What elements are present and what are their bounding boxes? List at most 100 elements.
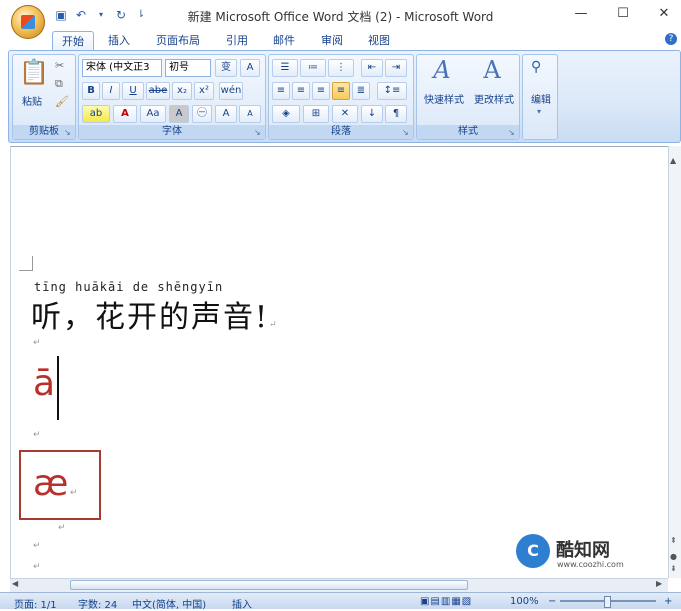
tab-view[interactable]: 视图 xyxy=(364,31,394,50)
page-corner-marker xyxy=(19,256,33,271)
paragraph-mark-icon: ↵ xyxy=(33,430,41,440)
subscript-button[interactable]: x₂ xyxy=(172,82,192,100)
tab-home[interactable]: 开始 xyxy=(52,31,94,51)
chinese-layout-button[interactable]: ✕ xyxy=(332,105,358,123)
font-group: 宋体 (中文正3 初号 变 A B I U abe x₂ x² wén ab A… xyxy=(78,54,266,140)
minimize-button[interactable]: — xyxy=(572,6,590,22)
paste-button-label[interactable]: 粘贴 xyxy=(15,93,49,108)
show-marks-button[interactable]: ¶ xyxy=(385,105,407,123)
dialog-launcher-icon[interactable]: ↘ xyxy=(508,129,516,137)
borders-button[interactable]: ⊞ xyxy=(303,105,329,123)
change-styles-label[interactable]: 更改样式 xyxy=(469,91,519,106)
close-button[interactable]: ✕ xyxy=(655,6,673,22)
distributed-button[interactable]: ≣ xyxy=(352,82,370,100)
clipboard-group: 📋 粘贴 ✂ ⧉ 🖌 剪贴板 ↘ xyxy=(12,54,76,140)
paragraph-mark-icon: ↵ xyxy=(70,488,78,498)
tab-references[interactable]: 引用 xyxy=(222,31,252,50)
paragraph-mark-icon: ↵ xyxy=(33,338,41,348)
font-color-button[interactable]: A xyxy=(113,105,137,123)
binoculars-icon[interactable]: ⚲ xyxy=(531,59,541,75)
line-spacing-button[interactable]: ↕≡ xyxy=(377,82,407,100)
character-shading-button[interactable]: A xyxy=(169,105,189,123)
superscript-button[interactable]: x² xyxy=(194,82,214,100)
status-bar: 页面: 1/1 字数: 24 中文(简体, 中国) 插入 ▣▤▥▦▧ 100% … xyxy=(0,592,681,611)
italic-button[interactable]: I xyxy=(102,82,120,100)
increase-indent-button[interactable]: ⇥ xyxy=(385,59,407,77)
change-case-button[interactable]: Aa xyxy=(140,105,166,123)
quick-styles-label[interactable]: 快速样式 xyxy=(419,91,469,106)
vertical-scrollbar[interactable] xyxy=(668,146,681,578)
shrink-font-button[interactable]: A xyxy=(239,105,261,123)
editing-button-label[interactable]: 编辑 xyxy=(523,91,559,106)
next-page-icon[interactable]: ⇟ xyxy=(670,564,677,573)
phonetic-guide-button[interactable]: 变 xyxy=(215,59,237,77)
paste-icon[interactable]: 📋 xyxy=(19,59,49,85)
font-group-label: 字体 xyxy=(79,125,265,139)
shading-button[interactable]: ◈ xyxy=(272,105,300,123)
bullets-button[interactable]: ☰ xyxy=(272,59,298,77)
decrease-indent-button[interactable]: ⇤ xyxy=(361,59,383,77)
cut-icon[interactable]: ✂ xyxy=(55,59,64,72)
scroll-left-icon[interactable]: ◀ xyxy=(12,579,18,588)
browse-object-icon[interactable]: ● xyxy=(670,552,677,561)
editing-group: ⚲ 编辑 ▾ xyxy=(522,54,558,140)
paragraph-mark-icon: ↵ xyxy=(33,541,41,551)
main-text-line[interactable]: 听，花开的声音!↵ xyxy=(31,292,279,336)
highlight-button[interactable]: ab xyxy=(82,105,110,123)
text-cursor xyxy=(57,356,59,420)
office-button[interactable] xyxy=(11,5,45,39)
tab-page-layout[interactable]: 页面布局 xyxy=(152,31,204,50)
view-buttons[interactable]: ▣▤▥▦▧ xyxy=(420,596,472,607)
character-border-button[interactable]: A xyxy=(240,59,260,77)
underline-button[interactable]: U xyxy=(122,82,144,100)
justify-button[interactable]: ≡ xyxy=(332,82,350,100)
grow-font-button[interactable]: A xyxy=(215,105,237,123)
paragraph-group: ☰ ≔ ⋮ ⇤ ⇥ ≡ ≡ ≡ ≡ ≣ ↕≡ ◈ ⊞ ✕ ↓ ¶ 段落 ↘ xyxy=(268,54,414,140)
ae-char[interactable]: æ xyxy=(33,462,68,506)
phonetic-button[interactable]: wén xyxy=(219,82,243,100)
zoom-slider-thumb[interactable] xyxy=(604,596,611,608)
paragraph-mark-icon: ↵ xyxy=(269,320,279,330)
tab-mailings[interactable]: 邮件 xyxy=(269,31,299,50)
copy-icon[interactable]: ⧉ xyxy=(55,77,63,91)
macron-a-char[interactable]: ā xyxy=(33,364,55,404)
tab-review[interactable]: 审阅 xyxy=(317,31,347,50)
office-logo-icon xyxy=(21,15,35,29)
dialog-launcher-icon[interactable]: ↘ xyxy=(64,129,72,137)
scroll-right-icon[interactable]: ▶ xyxy=(656,579,662,588)
scroll-up-icon[interactable]: ▲ xyxy=(670,156,679,165)
help-icon[interactable]: ? xyxy=(665,33,677,45)
dialog-launcher-icon[interactable]: ↘ xyxy=(402,129,410,137)
styles-group-label: 样式 xyxy=(417,125,519,139)
horizontal-scroll-thumb[interactable] xyxy=(70,580,468,590)
zoom-out-button[interactable]: − xyxy=(548,596,556,607)
dialog-launcher-icon[interactable]: ↘ xyxy=(254,129,262,137)
zoom-level[interactable]: 100% xyxy=(510,596,539,607)
paragraph-mark-icon: ↵ xyxy=(33,562,41,572)
align-center-button[interactable]: ≡ xyxy=(292,82,310,100)
document-page[interactable] xyxy=(10,146,670,578)
chevron-down-icon[interactable]: ▾ xyxy=(537,107,541,116)
change-styles-icon[interactable]: A xyxy=(477,57,507,83)
maximize-button[interactable]: ☐ xyxy=(614,6,632,22)
format-painter-icon[interactable]: 🖌 xyxy=(55,95,69,108)
quick-styles-icon[interactable]: A xyxy=(427,57,457,83)
paragraph-group-label: 段落 xyxy=(269,125,413,139)
prev-page-icon[interactable]: ⇞ xyxy=(670,536,677,545)
main-text: 听，花开的声音! xyxy=(31,300,270,335)
bold-button[interactable]: B xyxy=(82,82,100,100)
zoom-in-button[interactable]: + xyxy=(664,596,672,607)
align-right-button[interactable]: ≡ xyxy=(312,82,330,100)
align-left-button[interactable]: ≡ xyxy=(272,82,290,100)
strikethrough-button[interactable]: abe xyxy=(146,82,170,100)
sort-button[interactable]: ↓ xyxy=(361,105,383,123)
watermark-url: www.coozhi.com xyxy=(557,560,624,569)
font-size-combo[interactable]: 初号 xyxy=(165,59,211,77)
enclose-characters-button[interactable]: ㊀ xyxy=(192,105,212,123)
tab-insert[interactable]: 插入 xyxy=(104,31,134,50)
multilevel-list-button[interactable]: ⋮ xyxy=(328,59,354,77)
font-name-combo[interactable]: 宋体 (中文正3 xyxy=(82,59,162,77)
numbering-button[interactable]: ≔ xyxy=(300,59,326,77)
watermark-name: 酷知网 xyxy=(556,540,610,561)
paragraph-mark-icon: ↵ xyxy=(58,523,66,533)
